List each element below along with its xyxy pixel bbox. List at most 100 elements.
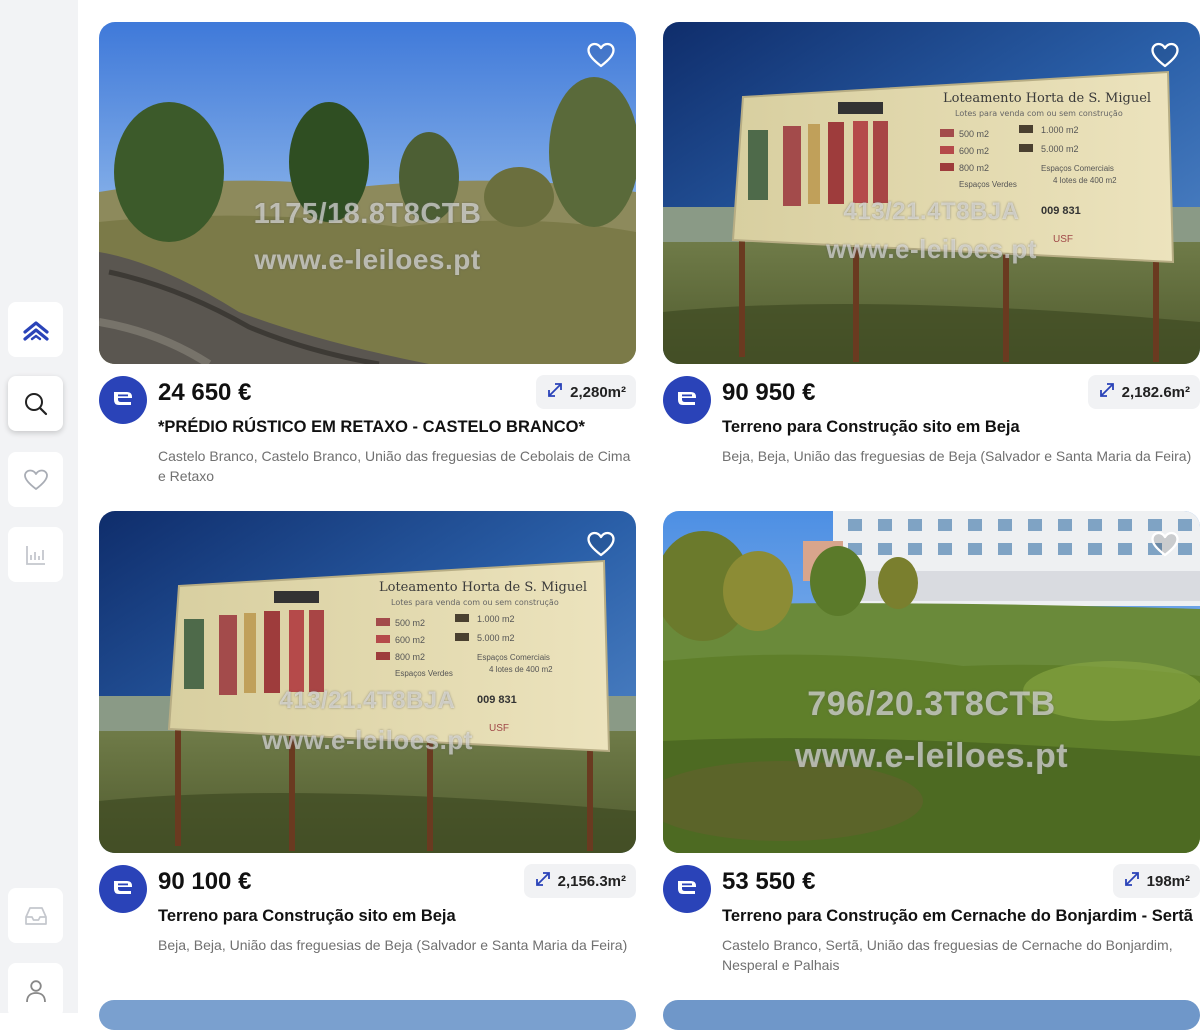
watermark-url: www.e-leiloes.pt bbox=[262, 725, 473, 755]
billboard-legend: Espaços Verdes bbox=[395, 669, 453, 678]
billboard-legend: 500 m2 bbox=[959, 129, 989, 139]
heart-icon bbox=[1150, 530, 1180, 563]
billboard-heading: Loteamento Horta de S. Miguel bbox=[379, 580, 587, 595]
search-button[interactable] bbox=[8, 376, 63, 431]
watermark-reference: 413/21.4T8BJA bbox=[843, 198, 1020, 225]
listing-image: Loteamento Horta de S. Miguel Lotes para… bbox=[99, 511, 636, 853]
area-value: 2,182.6m² bbox=[1121, 383, 1190, 401]
area-badge: 2,182.6m² bbox=[1087, 375, 1200, 409]
listing-info: 24 650 € 2,280m² *PRÉDIO RÚSTICO EM RETA… bbox=[99, 364, 636, 484]
profile-button[interactable] bbox=[8, 963, 63, 1018]
listing-photo[interactable]: Loteamento Horta de S. Miguel Lotes para… bbox=[99, 511, 636, 853]
area-value: 198m² bbox=[1146, 872, 1190, 890]
billboard-legend: 800 m2 bbox=[395, 652, 425, 662]
watermark-reference: 796/20.3T8CTB bbox=[807, 685, 1056, 723]
listing-title[interactable]: Terreno para Construção em Cernache do B… bbox=[722, 907, 1200, 926]
listing-image bbox=[99, 22, 636, 364]
billboard-legend: Espaços Verdes bbox=[959, 180, 1017, 189]
listing-card[interactable]: 796/20.3T8CTB www.e-leiloes.pt 53 550 € … bbox=[663, 511, 1200, 973]
watermark-url: www.e-leiloes.pt bbox=[254, 244, 481, 275]
area-value: 2,280m² bbox=[570, 383, 626, 401]
billboard-legend: 1.000 m2 bbox=[477, 614, 515, 624]
charts-button[interactable] bbox=[8, 527, 63, 582]
listing-image bbox=[663, 511, 1200, 853]
listing-price: 90 950 € bbox=[722, 379, 816, 406]
billboard-legend: 800 m2 bbox=[959, 163, 989, 173]
heart-icon bbox=[1150, 41, 1180, 74]
billboard-legend: 5.000 m2 bbox=[1041, 144, 1079, 154]
listing-title[interactable]: Terreno para Construção sito em Beja bbox=[158, 907, 636, 926]
favorite-button[interactable] bbox=[586, 531, 616, 561]
listing-location: Castelo Branco, Sertã, União das fregues… bbox=[722, 937, 1173, 973]
e-leiloes-logo-icon bbox=[110, 387, 136, 414]
billboard-legend: 4 lotes de 400 m2 bbox=[489, 665, 553, 674]
chart-icon bbox=[24, 543, 48, 567]
favorites-button[interactable] bbox=[8, 452, 63, 507]
expand-arrows-icon bbox=[1098, 381, 1116, 403]
listing-price: 90 100 € bbox=[158, 868, 252, 895]
listing-card[interactable]: Loteamento Horta de S. Miguel Lotes para… bbox=[99, 511, 636, 973]
watermark-url: www.e-leiloes.pt bbox=[826, 234, 1037, 264]
billboard-subheading: Lotes para venda com ou sem construção bbox=[955, 109, 1123, 118]
listing-price: 24 650 € bbox=[158, 379, 252, 406]
listing-card[interactable]: 1175/18.8T8CTB www.e-leiloes.pt 24 650 €… bbox=[99, 22, 636, 484]
billboard-legend: 500 m2 bbox=[395, 618, 425, 628]
chevron-up-double-icon bbox=[22, 318, 50, 342]
favorite-button[interactable] bbox=[1150, 531, 1180, 561]
e-leiloes-logo-icon bbox=[674, 876, 700, 903]
seller-logo bbox=[663, 865, 711, 913]
billboard-legend: 1.000 m2 bbox=[1041, 125, 1079, 135]
billboard-legend: 4 lotes de 400 m2 bbox=[1053, 176, 1117, 185]
billboard-legend: Espaços Comerciais bbox=[1041, 164, 1114, 173]
listing-location: Castelo Branco, Castelo Branco, União da… bbox=[158, 448, 631, 484]
listing-card[interactable]: Loteamento Horta de S. Miguel Lotes para… bbox=[663, 22, 1200, 484]
area-value: 2,156.3m² bbox=[557, 872, 626, 890]
inbox-button[interactable] bbox=[8, 888, 63, 943]
favorite-button[interactable] bbox=[586, 42, 616, 72]
seller-logo bbox=[663, 376, 711, 424]
listing-price: 53 550 € bbox=[722, 868, 816, 895]
billboard-subheading: Lotes para venda com ou sem construção bbox=[391, 598, 559, 607]
watermark-reference: 413/21.4T8BJA bbox=[279, 687, 456, 714]
listing-info: 90 950 € 2,182.6m² Terreno para Construç… bbox=[663, 364, 1200, 484]
listing-title[interactable]: *PRÉDIO RÚSTICO EM RETAXO - CASTELO BRAN… bbox=[158, 418, 636, 437]
favorite-button[interactable] bbox=[1150, 42, 1180, 72]
e-leiloes-logo-icon bbox=[674, 387, 700, 414]
inbox-icon bbox=[23, 904, 49, 928]
listing-photo[interactable] bbox=[663, 1000, 1200, 1030]
watermark-url: www.e-leiloes.pt bbox=[794, 737, 1069, 775]
listing-info: 90 100 € 2,156.3m² Terreno para Construç… bbox=[99, 853, 636, 973]
listing-photo[interactable] bbox=[99, 1000, 636, 1030]
billboard-legend: Espaços Comerciais bbox=[477, 653, 550, 662]
listing-photo[interactable]: 796/20.3T8CTB www.e-leiloes.pt bbox=[663, 511, 1200, 853]
seller-logo bbox=[99, 376, 147, 424]
listing-location: Beja, Beja, União das freguesias de Beja… bbox=[722, 448, 1192, 464]
expand-arrows-icon bbox=[546, 381, 564, 403]
listing-photo[interactable]: Loteamento Horta de S. Miguel Lotes para… bbox=[663, 22, 1200, 364]
seller-logo bbox=[99, 865, 147, 913]
area-badge: 198m² bbox=[1112, 864, 1200, 898]
expand-arrows-icon bbox=[1123, 870, 1141, 892]
area-badge: 2,156.3m² bbox=[523, 864, 636, 898]
billboard-legend: 600 m2 bbox=[395, 635, 425, 645]
home-button[interactable] bbox=[8, 302, 63, 357]
listing-info: 53 550 € 198m² Terreno para Construção e… bbox=[663, 853, 1200, 973]
e-leiloes-logo-icon bbox=[110, 876, 136, 903]
heart-icon bbox=[586, 530, 616, 563]
search-icon bbox=[23, 391, 49, 417]
sidebar bbox=[0, 0, 78, 1018]
listing-location: Beja, Beja, União das freguesias de Beja… bbox=[158, 937, 628, 953]
listing-photo[interactable]: 1175/18.8T8CTB www.e-leiloes.pt bbox=[99, 22, 636, 364]
listing-card[interactable] bbox=[99, 1000, 636, 1030]
area-badge: 2,280m² bbox=[536, 375, 636, 409]
watermark-reference: 1175/18.8T8CTB bbox=[253, 198, 482, 230]
heart-icon bbox=[23, 468, 49, 492]
heart-icon bbox=[586, 41, 616, 74]
billboard-heading: Loteamento Horta de S. Miguel bbox=[943, 91, 1151, 106]
billboard-legend: 600 m2 bbox=[959, 146, 989, 156]
listing-card[interactable] bbox=[663, 1000, 1200, 1030]
user-icon bbox=[24, 978, 48, 1004]
listing-title[interactable]: Terreno para Construção sito em Beja bbox=[722, 418, 1200, 437]
billboard-legend: 5.000 m2 bbox=[477, 633, 515, 643]
expand-arrows-icon bbox=[534, 870, 552, 892]
